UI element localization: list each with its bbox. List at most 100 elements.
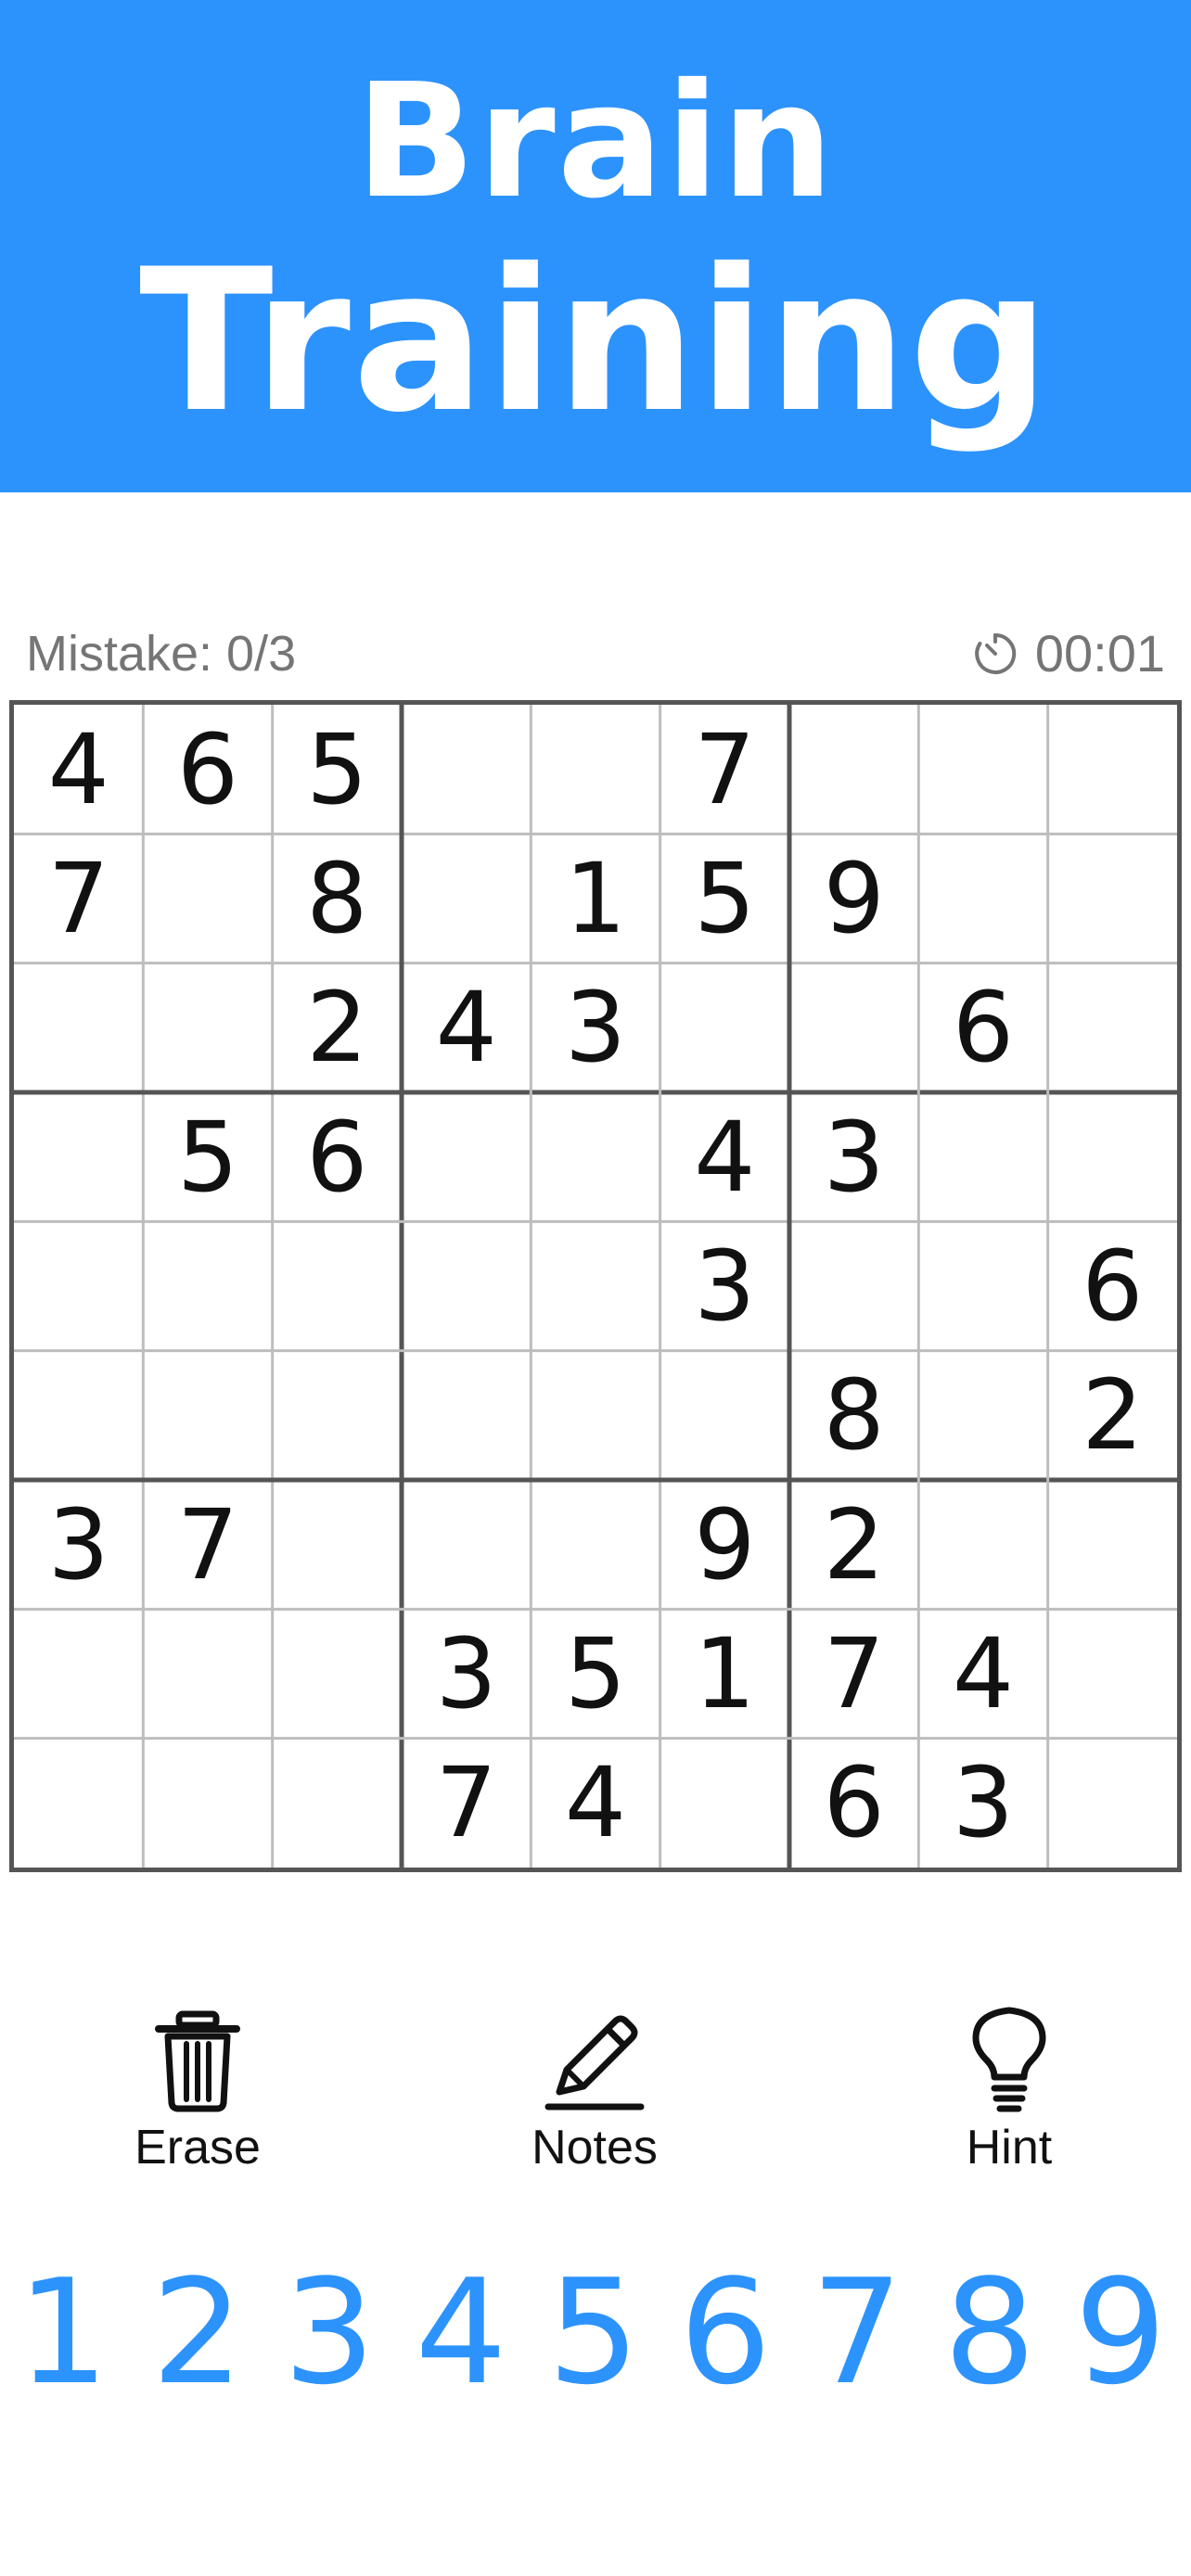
board-cell[interactable]: 2 bbox=[1048, 1351, 1177, 1480]
number-button-5[interactable]: 5 bbox=[533, 2253, 654, 2411]
board-cell[interactable] bbox=[918, 1351, 1047, 1480]
board-cell[interactable] bbox=[918, 1480, 1047, 1609]
board-cell[interactable]: 3 bbox=[789, 1092, 918, 1221]
board-cell[interactable]: 7 bbox=[789, 1609, 918, 1738]
board-cell[interactable] bbox=[789, 705, 918, 834]
board-cell[interactable] bbox=[660, 1739, 789, 1868]
board-cell[interactable] bbox=[531, 1480, 660, 1609]
title-line-2: Training bbox=[139, 226, 1052, 455]
board-cell[interactable]: 2 bbox=[789, 1480, 918, 1609]
board-cell[interactable]: 7 bbox=[143, 1480, 272, 1609]
board-cell[interactable] bbox=[1048, 963, 1177, 1092]
erase-button[interactable]: Erase bbox=[86, 2003, 309, 2188]
board-cell[interactable] bbox=[143, 834, 272, 963]
notes-button[interactable]: Notes bbox=[483, 2003, 706, 2188]
board-cell[interactable] bbox=[402, 834, 531, 963]
board-cell[interactable] bbox=[402, 705, 531, 834]
board-cell[interactable]: 6 bbox=[1048, 1221, 1177, 1350]
board-cell[interactable]: 3 bbox=[402, 1609, 531, 1738]
board-cell[interactable] bbox=[14, 1221, 143, 1350]
board-cell[interactable] bbox=[789, 1221, 918, 1350]
board-cell[interactable] bbox=[918, 705, 1047, 834]
board-cell[interactable] bbox=[143, 1351, 272, 1480]
board-cell[interactable] bbox=[918, 1221, 1047, 1350]
board-cell[interactable] bbox=[402, 1092, 531, 1221]
timer[interactable]: 00:01 bbox=[972, 621, 1165, 686]
board-cell[interactable]: 4 bbox=[14, 705, 143, 834]
board-cell[interactable] bbox=[531, 1092, 660, 1221]
board-cell[interactable]: 7 bbox=[402, 1739, 531, 1868]
board-cell[interactable]: 4 bbox=[402, 963, 531, 1092]
board-cell[interactable]: 5 bbox=[531, 1609, 660, 1738]
board-cell[interactable] bbox=[143, 1739, 272, 1868]
board-cell[interactable]: 7 bbox=[14, 834, 143, 963]
number-button-9[interactable]: 9 bbox=[1060, 2253, 1181, 2411]
board-cell[interactable]: 5 bbox=[143, 1092, 272, 1221]
board-cell[interactable] bbox=[918, 1092, 1047, 1221]
board-cell[interactable]: 8 bbox=[789, 1351, 918, 1480]
board-cell[interactable]: 6 bbox=[143, 705, 272, 834]
board-cell[interactable] bbox=[1048, 705, 1177, 834]
board-cell[interactable] bbox=[14, 1609, 143, 1738]
board-cell[interactable] bbox=[531, 1221, 660, 1350]
board-cell[interactable]: 3 bbox=[918, 1739, 1047, 1868]
board-cell[interactable]: 8 bbox=[273, 834, 402, 963]
timer-text: 00:01 bbox=[1034, 624, 1165, 682]
board-cell[interactable] bbox=[273, 1221, 402, 1350]
board-cell[interactable] bbox=[143, 1609, 272, 1738]
board-cell[interactable]: 4 bbox=[531, 1739, 660, 1868]
board-cell[interactable] bbox=[531, 1351, 660, 1480]
number-button-1[interactable]: 1 bbox=[3, 2253, 123, 2411]
status-row: Mistake: 0/3 00:01 bbox=[0, 621, 1191, 686]
number-button-3[interactable]: 3 bbox=[269, 2253, 390, 2411]
board-cell[interactable]: 4 bbox=[918, 1609, 1047, 1738]
number-button-6[interactable]: 6 bbox=[665, 2253, 786, 2411]
board-cell[interactable]: 9 bbox=[660, 1480, 789, 1609]
board-cell[interactable]: 1 bbox=[531, 834, 660, 963]
number-button-2[interactable]: 2 bbox=[137, 2253, 258, 2411]
board-cell[interactable] bbox=[531, 705, 660, 834]
notes-label: Notes bbox=[531, 2121, 658, 2174]
board-cell[interactable] bbox=[143, 1221, 272, 1350]
board-cell[interactable] bbox=[143, 963, 272, 1092]
board-cell[interactable] bbox=[14, 1739, 143, 1868]
board-cell[interactable]: 5 bbox=[273, 705, 402, 834]
board-cell[interactable] bbox=[789, 963, 918, 1092]
board-cell[interactable] bbox=[1048, 1609, 1177, 1738]
board-cell[interactable] bbox=[273, 1739, 402, 1868]
board-cell[interactable] bbox=[1048, 1092, 1177, 1221]
board-cell[interactable]: 1 bbox=[660, 1609, 789, 1738]
board-cell[interactable] bbox=[14, 1092, 143, 1221]
hint-button[interactable]: Hint bbox=[898, 2003, 1121, 2188]
board-cell[interactable] bbox=[14, 1351, 143, 1480]
board-cell[interactable]: 9 bbox=[789, 834, 918, 963]
board-cell[interactable]: 5 bbox=[660, 834, 789, 963]
board-cell[interactable]: 6 bbox=[789, 1739, 918, 1868]
board-cell[interactable]: 3 bbox=[531, 963, 660, 1092]
board-cell[interactable]: 6 bbox=[273, 1092, 402, 1221]
number-button-4[interactable]: 4 bbox=[401, 2253, 521, 2411]
board-cell[interactable]: 3 bbox=[660, 1221, 789, 1350]
board-cell[interactable]: 3 bbox=[14, 1480, 143, 1609]
board-cell[interactable]: 6 bbox=[918, 963, 1047, 1092]
board-cell[interactable] bbox=[1048, 834, 1177, 963]
board-cell[interactable] bbox=[918, 834, 1047, 963]
board-cell[interactable] bbox=[660, 963, 789, 1092]
board-cell[interactable] bbox=[1048, 1739, 1177, 1868]
board-cell[interactable] bbox=[273, 1351, 402, 1480]
number-button-7[interactable]: 7 bbox=[797, 2253, 917, 2411]
board-cell[interactable]: 4 bbox=[660, 1092, 789, 1221]
board-cell[interactable] bbox=[14, 963, 143, 1092]
board-cell[interactable] bbox=[402, 1480, 531, 1609]
board-cell[interactable]: 7 bbox=[660, 705, 789, 834]
board-cell[interactable] bbox=[402, 1221, 531, 1350]
sudoku-board[interactable]: 4657781592436564336823792351747463 bbox=[9, 700, 1182, 1872]
board-cell[interactable] bbox=[660, 1351, 789, 1480]
mistake-counter: Mistake: 0/3 bbox=[26, 626, 297, 682]
board-cell[interactable] bbox=[1048, 1480, 1177, 1609]
board-cell[interactable] bbox=[273, 1480, 402, 1609]
number-button-8[interactable]: 8 bbox=[929, 2253, 1050, 2411]
board-cell[interactable] bbox=[402, 1351, 531, 1480]
board-cell[interactable] bbox=[273, 1609, 402, 1738]
board-cell[interactable]: 2 bbox=[273, 963, 402, 1092]
